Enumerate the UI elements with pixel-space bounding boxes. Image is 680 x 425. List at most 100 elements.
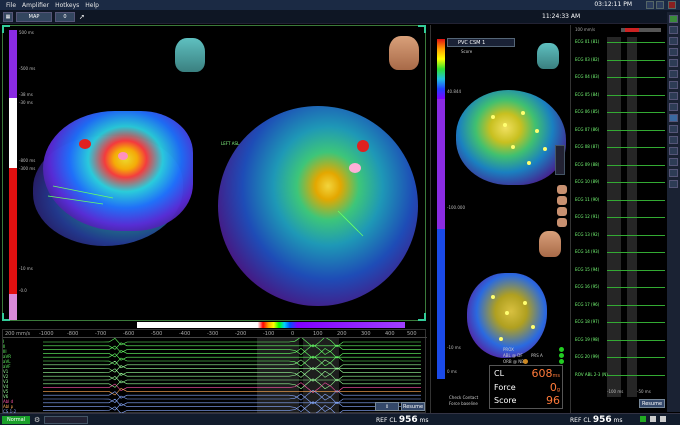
status-led — [559, 353, 564, 358]
zoom-tool-icon[interactable] — [669, 37, 678, 45]
cl-readout-right: REF CL 956 ms — [570, 415, 623, 425]
ecg-scroll-thumb[interactable] — [625, 28, 639, 32]
view-thumbnails[interactable] — [557, 185, 567, 265]
cursor-icon[interactable]: ➚ — [79, 13, 85, 21]
orientation-torso-right[interactable] — [389, 36, 419, 70]
view-thumbnail[interactable] — [557, 185, 567, 194]
map-point — [511, 145, 515, 149]
timeline-label: -50 ms — [637, 389, 651, 394]
menu-hotkeys[interactable]: Hotkeys — [55, 2, 79, 9]
ecg-resume-button[interactable]: Resume — [639, 399, 665, 408]
egm-tick: 200 — [337, 331, 347, 337]
ecg-channel-label: ECG 09 (88) — [575, 161, 600, 167]
force-baseline-label: Force baseline — [449, 401, 478, 406]
map-sub-label: Score — [461, 49, 473, 54]
ecg-trace — [607, 182, 665, 183]
ecg-channel-label: ECG 06 (85) — [575, 109, 600, 114]
cl-unit: ms — [613, 417, 623, 424]
ecg-channel-label: ECG 16 (95) — [575, 284, 600, 289]
export-tool-icon[interactable] — [669, 180, 678, 188]
mini-map-panel[interactable]: PVC CSM 1 Score 40.844 -100.000 -10 ms 0… — [430, 25, 568, 413]
ecg-channel-label: ECG 10 (89) — [575, 179, 600, 184]
orientation-torso[interactable] — [537, 43, 559, 69]
ecg-scroll-bar[interactable] — [621, 28, 661, 32]
resume-button[interactable]: Resume — [401, 402, 425, 411]
view-thumbnail[interactable] — [557, 196, 567, 205]
map-point — [531, 325, 535, 329]
catheter-overlay — [47, 139, 369, 237]
eye-tool-icon[interactable] — [669, 147, 678, 155]
ecg-trace — [607, 304, 665, 306]
layer-tool-icon[interactable] — [669, 114, 678, 122]
score-map-heart-bottom[interactable] — [467, 273, 547, 358]
orientation-torso-left[interactable] — [175, 38, 205, 72]
mode-indicator[interactable]: Normal — [2, 416, 30, 424]
force-label: Force — [494, 383, 516, 392]
gear-icon[interactable]: ⚙ — [34, 416, 40, 424]
pan-tool-icon[interactable] — [669, 48, 678, 56]
ecg-channel-label: ROV ABL 2-3 (N) — [575, 371, 608, 377]
ecg-trace — [607, 252, 665, 253]
score-label: Score — [494, 396, 517, 405]
map-tool-icon[interactable] — [669, 15, 678, 23]
status-led-icon — [660, 416, 666, 422]
filter-tool-icon[interactable] — [669, 158, 678, 166]
score-color-scale[interactable] — [437, 39, 445, 409]
egm-range-dropdown[interactable]: 0 — [375, 402, 399, 411]
ecg-trace — [607, 42, 665, 43]
scale-value: -10 ms — [447, 345, 461, 350]
snapshot-tool-icon[interactable] — [669, 125, 678, 133]
zoom-slider[interactable] — [555, 145, 565, 175]
measure-tool-icon[interactable] — [669, 81, 678, 89]
view-thumbnail[interactable] — [557, 207, 567, 216]
egm-trace — [43, 382, 421, 393]
egm-tick: -1000 — [39, 331, 54, 337]
point-tool-icon[interactable] — [669, 59, 678, 67]
map-selector[interactable]: MAP — [16, 11, 52, 22]
tag-tool-icon[interactable] — [669, 103, 678, 111]
ref-label: REF — [376, 417, 388, 424]
egm-trace — [43, 398, 421, 407]
ecg-channel-label: ECG 08 (87) — [575, 144, 600, 149]
ecg-channel-label: ECG 20 (99) — [575, 354, 600, 359]
ecg-trace — [607, 269, 665, 271]
egm-panel[interactable]: 200 mm/s -1000 -800 -700 -600 -500 -400 … — [2, 329, 427, 425]
main-map-viewport[interactable]: 500 ms -500 ms -38 ms -30 ms -800 ms -30… — [2, 25, 426, 321]
menu-help[interactable]: Help — [85, 2, 99, 9]
map-index-dropdown[interactable]: 0 — [55, 11, 75, 22]
view-thumbnail[interactable] — [557, 218, 567, 227]
map-name-dropdown[interactable]: PVC CSM 1 — [447, 38, 515, 47]
menu-file[interactable]: File — [6, 2, 16, 9]
egm-tick: -300 — [207, 331, 219, 337]
catheter-tip-marker — [357, 140, 369, 152]
ecg-channel-label: ECG 05 (84) — [575, 91, 600, 97]
cl-value: 608ms — [532, 367, 560, 380]
egm-tick: -400 — [179, 331, 191, 337]
score-map-heart-top[interactable] — [456, 90, 566, 185]
ecg-channel-label: ECG 07 (86) — [575, 126, 600, 132]
system-clock: 03:12:11 PM — [594, 1, 632, 8]
timeline-label: -100 ms — [607, 389, 624, 394]
egm-tick: -500 — [151, 331, 163, 337]
legend-item: PROX — [503, 347, 514, 352]
label-tool-icon[interactable] — [669, 92, 678, 100]
menu-amplifier[interactable]: Amplifier — [22, 2, 49, 9]
force-unit: g — [556, 387, 560, 393]
egm-trace — [43, 365, 421, 373]
lat-color-legend — [137, 322, 405, 328]
catheter-tip-marker — [79, 139, 91, 149]
minimize-button[interactable] — [646, 1, 654, 9]
ecg-panel[interactable]: 100 mm/s ECG 01 (81) ECG 03 (82) ECG 04 (8… — [570, 25, 666, 413]
ecg-speed-label: 100 mm/s — [575, 27, 596, 32]
grid-icon[interactable]: ▦ — [3, 11, 13, 22]
study-time: 11:24:33 AM — [542, 13, 581, 20]
status-input[interactable] — [44, 416, 88, 424]
catheter-tool-icon[interactable] — [669, 70, 678, 78]
maximize-button[interactable] — [656, 1, 664, 9]
settings-tool-icon[interactable] — [669, 136, 678, 144]
close-button[interactable] — [668, 1, 676, 9]
rotate-tool-icon[interactable] — [669, 26, 678, 34]
cl-row: CL 608ms — [494, 367, 560, 381]
lat-annotation: LEFT ASL — [221, 141, 240, 146]
wave-tool-icon[interactable] — [669, 169, 678, 177]
